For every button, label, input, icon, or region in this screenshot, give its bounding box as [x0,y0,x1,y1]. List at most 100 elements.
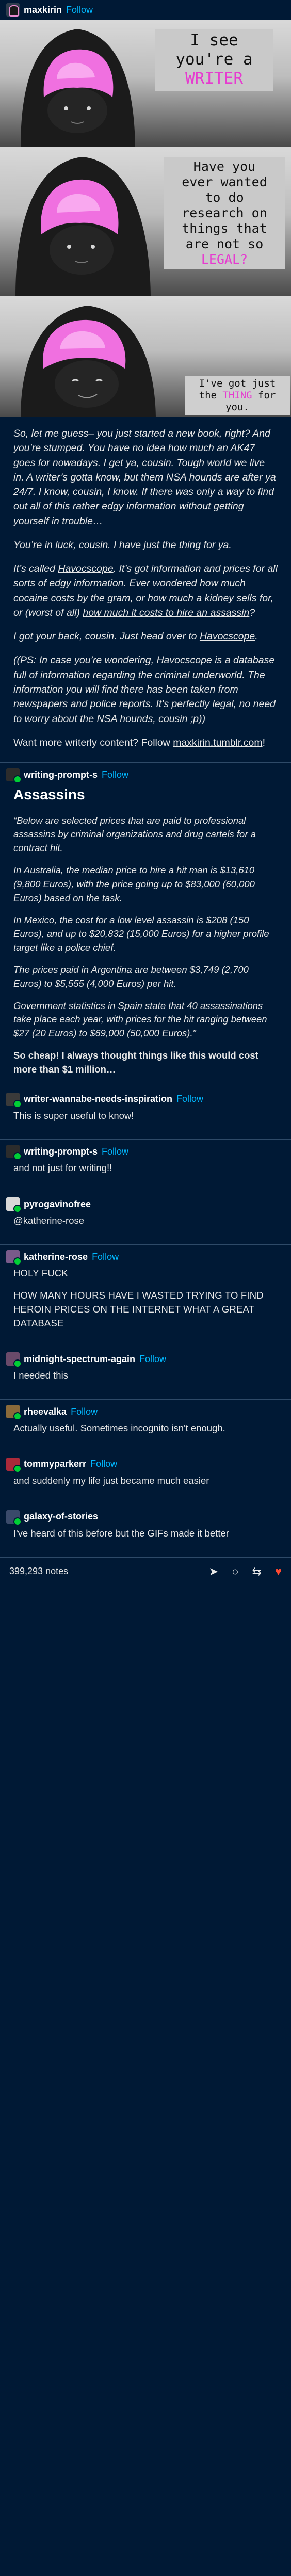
comic-panel-2: Have you ever wanted to do research on t… [0,147,291,296]
reblog-text: Actually useful. Sometimes incognito isn… [13,1422,225,1434]
follow-button[interactable]: Follow [102,1146,128,1157]
op-follow-button[interactable]: Follow [66,5,93,15]
reblog-username[interactable]: tommyparkerr [24,1459,86,1469]
havocscope-link-2[interactable]: Havocscope [200,631,255,642]
comic-panel-3: I've got just the THING for you. [0,296,291,417]
comment-icon[interactable]: ○ [232,1565,238,1578]
op-paragraph: ((PS: In case you’re wondering, Havocsco… [13,654,276,725]
reblog-text: and suddenly my life just became much ea… [13,1475,209,1486]
comic-panel-1: I see you're a WRITER [0,20,291,147]
badge-icon [13,1359,22,1368]
reblog-header: katherine-rose Follow [6,1250,285,1266]
op-avatar[interactable] [6,3,20,17]
kidney-link[interactable]: how much a kidney sells for [148,593,270,604]
havocscope-link[interactable]: Havocscope [58,563,113,574]
reblog-text: HOLY FUCK [13,1268,68,1279]
op-paragraph: You’re in luck, cousin. I have just the … [13,539,232,551]
reblog-header: writer-wannabe-needs-inspiration Follow [6,1092,285,1108]
quote-paragraph: The prices paid in Argentina are between… [13,964,249,989]
badge-icon [13,1517,22,1526]
reblog-header: tommyparkerr Follow [6,1457,285,1473]
heart-icon[interactable]: ♥ [275,1565,282,1578]
reblog-body: I've heard of this before but the GIFs m… [6,1527,285,1555]
follow-button[interactable]: Follow [176,1094,203,1105]
reblog-entry: writer-wannabe-needs-inspiration Follow … [0,1086,291,1140]
follow-button[interactable]: Follow [139,1354,166,1365]
reblog-icon[interactable]: ⇆ [252,1565,262,1578]
reblog-username[interactable]: writing-prompt-s [24,770,98,780]
reblog-title: Assassins [13,787,85,803]
badge-icon [13,1099,22,1108]
op-header: maxkirin Follow [0,0,291,20]
reblog-username[interactable]: writing-prompt-s [24,1146,98,1157]
reblog-username[interactable]: galaxy-of-stories [24,1511,98,1522]
quote-paragraph: Government statistics in Spain state tha… [13,1000,267,1039]
caption-line: you're a [175,50,253,69]
panel-1-caption: I see you're a WRITER [155,29,273,91]
text: . [255,631,258,643]
op-paragraph: It’s called Havocscope. It’s got informa… [13,562,278,620]
reblog-body: Actually useful. Sometimes incognito isn… [6,1421,285,1450]
reblog-avatar[interactable] [6,1092,22,1108]
reblog-body: Assassins “Below are selected prices tha… [6,785,285,1085]
assassin-link[interactable]: how much it costs to hire an assassin [83,607,249,618]
badge-icon [13,1412,22,1421]
maxkirin-link[interactable]: maxkirin.tumblr.com [173,737,262,748]
quote-paragraph: In Mexico, the cost for a low level assa… [13,914,269,953]
op-body: So, let me guess– you just started a new… [0,417,291,762]
reblog-avatar[interactable] [6,1510,22,1526]
reblog-avatar[interactable] [6,1405,22,1421]
reblog-entry: tommyparkerr Follow and suddenly my life… [0,1451,291,1505]
panel-2-caption: Have you ever wanted to do research on t… [164,157,285,269]
reblog-closing: So cheap! I always thought things like t… [13,1050,258,1075]
caption-line: Have you [193,159,256,174]
caption-line: I see [190,31,238,50]
reblog-avatar[interactable] [6,1457,22,1473]
follow-button[interactable]: Follow [90,1459,117,1469]
reblog-avatar[interactable] [6,1352,22,1368]
reblog-entry: katherine-rose Follow HOLY FUCK HOW MANY… [0,1244,291,1347]
badge-icon [13,1205,22,1213]
op-paragraph: Want more writerly content? Follow maxki… [13,735,278,750]
reblog-body: @katherine-rose [6,1214,285,1242]
share-icon[interactable]: ➤ [209,1565,218,1578]
badge-icon [13,775,22,784]
reblog-text: I needed this [13,1370,68,1381]
reblog-username[interactable]: katherine-rose [24,1252,88,1262]
follow-button[interactable]: Follow [92,1252,119,1262]
quote-paragraph: “Below are selected prices that are paid… [13,814,256,854]
post-footer: 399,293 notes ➤ ○ ⇆ ♥ [0,1557,291,1586]
reblog-text: @katherine-rose [13,1215,85,1226]
reblog-body: and suddenly my life just became much ea… [6,1474,285,1502]
reblog-avatar[interactable] [6,768,22,784]
reblog-avatar[interactable] [6,1197,22,1213]
op-username[interactable]: maxkirin [24,5,62,15]
reblog-body: This is super useful to know! [6,1109,285,1138]
caption-line: are not so [185,236,264,251]
reblog-entry: pyrogavinofree @katherine-rose [0,1192,291,1244]
text: It’s called [13,563,58,575]
reblog-username[interactable]: midnight-spectrum-again [24,1354,135,1365]
follow-button[interactable]: Follow [102,770,128,780]
text: , or [130,592,148,604]
reblog-username[interactable]: pyrogavinofree [24,1199,91,1210]
caption-highlight: WRITER [185,69,243,88]
follow-button[interactable]: Follow [71,1406,98,1417]
reblog-username[interactable]: rheevalka [24,1406,67,1417]
reblog-text: and not just for writing!! [13,1162,112,1174]
reblog-entry: galaxy-of-stories I've heard of this bef… [0,1504,291,1557]
reblog-avatar[interactable] [6,1250,22,1266]
badge-icon [13,1464,22,1473]
caption-line: ever wanted [182,174,267,189]
reblog-avatar[interactable] [6,1145,22,1161]
notes-count[interactable]: 399,293 notes [9,1566,68,1577]
reblog-text: I've heard of this before but the GIFs m… [13,1527,229,1539]
reblog-text: This is super useful to know! [13,1110,134,1121]
caption-line: things that [182,221,267,236]
reblog-header: galaxy-of-stories [6,1510,285,1526]
caption-highlight: THING [222,389,252,401]
reblog-username[interactable]: writer-wannabe-needs-inspiration [24,1094,172,1105]
tumblr-post: maxkirin Follow I see you're a WRITER Ha… [0,0,291,1586]
reblog-header: midnight-spectrum-again Follow [6,1352,285,1368]
text: ! [262,737,266,748]
